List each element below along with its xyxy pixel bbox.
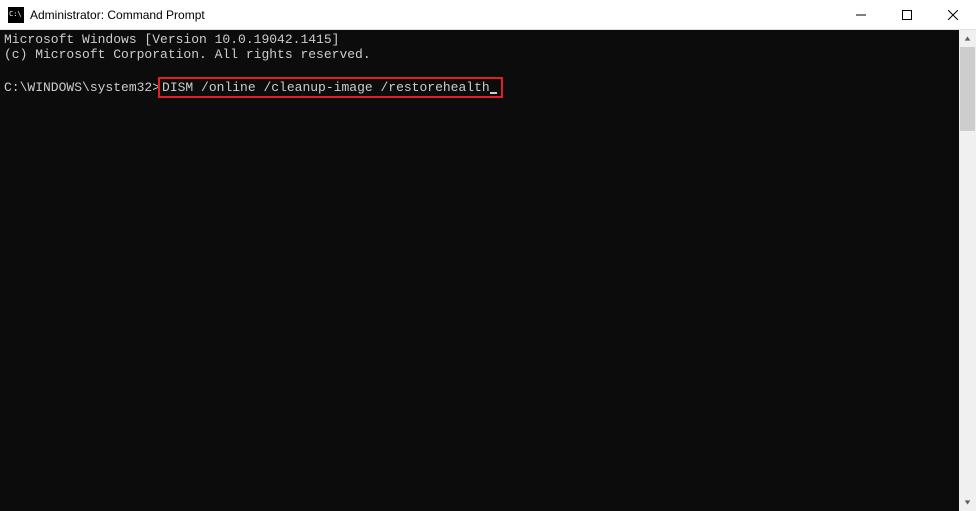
scrollbar-thumb[interactable] <box>960 47 975 131</box>
prompt-text: C:\WINDOWS\system32> <box>4 80 160 95</box>
terminal-wrapper: Microsoft Windows [Version 10.0.19042.14… <box>0 30 976 511</box>
window-controls <box>838 0 976 29</box>
command-text: DISM /online /cleanup-image /restoreheal… <box>162 80 490 95</box>
scrollbar-up-arrow[interactable] <box>959 30 976 47</box>
version-line: Microsoft Windows [Version 10.0.19042.14… <box>4 32 339 47</box>
maximize-button[interactable] <box>884 0 930 29</box>
command-highlight: DISM /online /cleanup-image /restoreheal… <box>158 77 503 98</box>
minimize-button[interactable] <box>838 0 884 29</box>
titlebar: Administrator: Command Prompt <box>0 0 976 30</box>
cursor <box>490 92 497 94</box>
window-title: Administrator: Command Prompt <box>30 8 838 22</box>
cmd-icon <box>8 7 24 23</box>
copyright-line: (c) Microsoft Corporation. All rights re… <box>4 47 371 62</box>
terminal-area[interactable]: Microsoft Windows [Version 10.0.19042.14… <box>0 30 959 511</box>
vertical-scrollbar[interactable] <box>959 30 976 511</box>
scrollbar-down-arrow[interactable] <box>959 494 976 511</box>
close-button[interactable] <box>930 0 976 29</box>
